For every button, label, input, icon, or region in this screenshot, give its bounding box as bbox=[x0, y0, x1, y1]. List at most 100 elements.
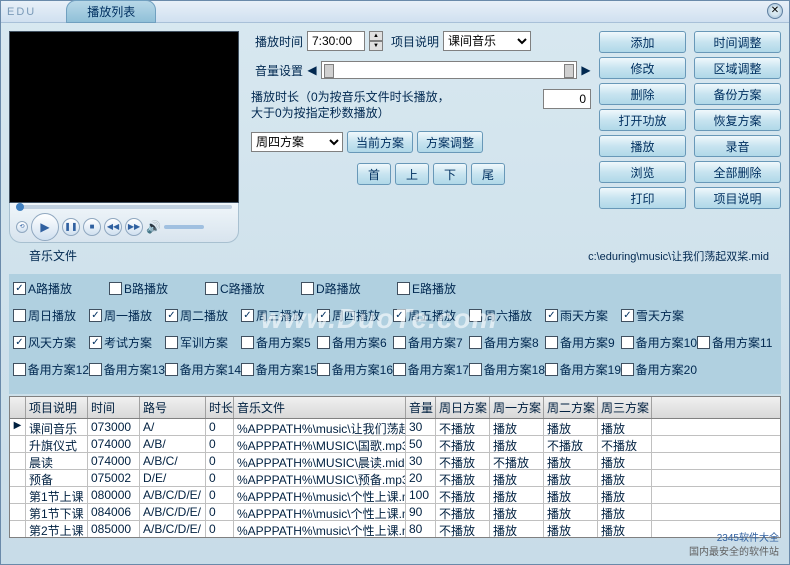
checkbox-box[interactable] bbox=[393, 363, 406, 376]
action-button-项目说明[interactable]: 项目说明 bbox=[694, 187, 781, 209]
checkbox-box[interactable] bbox=[241, 336, 254, 349]
column-header-周日方案[interactable]: 周日方案 bbox=[436, 397, 490, 418]
checkbox-box[interactable] bbox=[621, 336, 634, 349]
checkbox-box[interactable] bbox=[621, 309, 634, 322]
checkbox-box[interactable] bbox=[393, 309, 406, 322]
column-header-marker[interactable] bbox=[10, 397, 26, 418]
prev-track-icon[interactable]: ◀◀ bbox=[104, 218, 122, 236]
checkbox-备用方案8[interactable]: 备用方案8 bbox=[469, 334, 545, 351]
checkbox-备用方案16[interactable]: 备用方案16 bbox=[317, 361, 393, 378]
column-header-音乐文件[interactable]: 音乐文件 bbox=[234, 397, 406, 418]
scheme-adjust-button[interactable]: 方案调整 bbox=[417, 131, 483, 153]
checkbox-备用方案7[interactable]: 备用方案7 bbox=[393, 334, 469, 351]
checkbox-备用方案15[interactable]: 备用方案15 bbox=[241, 361, 317, 378]
checkbox-box[interactable] bbox=[165, 363, 178, 376]
checkbox-box[interactable] bbox=[317, 309, 330, 322]
checkbox-备用方案17[interactable]: 备用方案17 bbox=[393, 361, 469, 378]
column-header-时长[interactable]: 时长 bbox=[206, 397, 234, 418]
checkbox-周六播放[interactable]: 周六播放 bbox=[469, 307, 545, 324]
progress-slider[interactable] bbox=[16, 205, 232, 209]
column-header-音量[interactable]: 音量 bbox=[406, 397, 436, 418]
table-row[interactable]: 第2节上课085000A/B/C/D/E/0%APPPATH%\music\个性… bbox=[10, 521, 780, 537]
nav-first-button[interactable]: 首 bbox=[357, 163, 391, 185]
checkbox-周四播放[interactable]: 周四播放 bbox=[317, 307, 393, 324]
checkbox-box[interactable] bbox=[89, 309, 102, 322]
table-row[interactable]: ▶课间音乐073000A/0%APPPATH%\music\让我们荡起XX30不… bbox=[10, 419, 780, 436]
table-row[interactable]: 第1节上课080000A/B/C/D/E/0%APPPATH%\music\个性… bbox=[10, 487, 780, 504]
checkbox-周一播放[interactable]: 周一播放 bbox=[89, 307, 165, 324]
checkbox-box[interactable] bbox=[393, 336, 406, 349]
checkbox-box[interactable] bbox=[13, 363, 26, 376]
checkbox-box[interactable] bbox=[545, 363, 558, 376]
checkbox-备用方案14[interactable]: 备用方案14 bbox=[165, 361, 241, 378]
checkbox-雨天方案[interactable]: 雨天方案 bbox=[545, 307, 621, 324]
current-scheme-button[interactable]: 当前方案 bbox=[347, 131, 413, 153]
action-button-时间调整[interactable]: 时间调整 bbox=[694, 31, 781, 53]
checkbox-box[interactable] bbox=[545, 336, 558, 349]
column-header-时间[interactable]: 时间 bbox=[88, 397, 140, 418]
checkbox-box[interactable] bbox=[317, 363, 330, 376]
close-icon[interactable]: ✕ bbox=[767, 3, 783, 19]
action-button-录音[interactable]: 录音 bbox=[694, 135, 781, 157]
item-desc-select[interactable]: 课间音乐 bbox=[443, 31, 531, 51]
checkbox-D路播放[interactable]: D路播放 bbox=[301, 280, 397, 297]
checkbox-备用方案20[interactable]: 备用方案20 bbox=[621, 361, 697, 378]
checkbox-C路播放[interactable]: C路播放 bbox=[205, 280, 301, 297]
checkbox-box[interactable] bbox=[397, 282, 410, 295]
pause-icon[interactable]: ❚❚ bbox=[62, 218, 80, 236]
checkbox-备用方案11[interactable]: 备用方案11 bbox=[697, 334, 773, 351]
checkbox-box[interactable] bbox=[13, 282, 26, 295]
checkbox-备用方案18[interactable]: 备用方案18 bbox=[469, 361, 545, 378]
checkbox-周日播放[interactable]: 周日播放 bbox=[13, 307, 89, 324]
checkbox-box[interactable] bbox=[89, 363, 102, 376]
checkbox-E路播放[interactable]: E路播放 bbox=[397, 280, 493, 297]
table-body[interactable]: ▶课间音乐073000A/0%APPPATH%\music\让我们荡起XX30不… bbox=[10, 419, 780, 537]
checkbox-box[interactable] bbox=[13, 309, 26, 322]
checkbox-备用方案9[interactable]: 备用方案9 bbox=[545, 334, 621, 351]
checkbox-军训方案[interactable]: 军训方案 bbox=[165, 334, 241, 351]
nav-prev-button[interactable]: 上 bbox=[395, 163, 429, 185]
checkbox-备用方案13[interactable]: 备用方案13 bbox=[89, 361, 165, 378]
checkbox-备用方案5[interactable]: 备用方案5 bbox=[241, 334, 317, 351]
rewind-icon[interactable]: ⟲ bbox=[16, 221, 28, 233]
nav-last-button[interactable]: 尾 bbox=[471, 163, 505, 185]
table-row[interactable]: 升旗仪式074000A/B/0%APPPATH%\MUSIC\国歌.mp350不… bbox=[10, 436, 780, 453]
action-button-全部删除[interactable]: 全部删除 bbox=[694, 161, 781, 183]
checkbox-考试方案[interactable]: 考试方案 bbox=[89, 334, 165, 351]
checkbox-box[interactable] bbox=[621, 363, 634, 376]
column-header-项目说明[interactable]: 项目说明 bbox=[26, 397, 88, 418]
checkbox-备用方案12[interactable]: 备用方案12 bbox=[13, 361, 89, 378]
table-row[interactable]: 预备075002D/E/0%APPPATH%\MUSIC\预备.mp320不播放… bbox=[10, 470, 780, 487]
video-display[interactable] bbox=[9, 31, 239, 203]
play-time-input[interactable] bbox=[307, 31, 365, 51]
checkbox-box[interactable] bbox=[205, 282, 218, 295]
column-header-周二方案[interactable]: 周二方案 bbox=[544, 397, 598, 418]
checkbox-box[interactable] bbox=[89, 336, 102, 349]
checkbox-box[interactable] bbox=[469, 336, 482, 349]
checkbox-box[interactable] bbox=[165, 336, 178, 349]
checkbox-风天方案[interactable]: 风天方案 bbox=[13, 334, 89, 351]
checkbox-周二播放[interactable]: 周二播放 bbox=[165, 307, 241, 324]
table-row[interactable]: 晨读074000A/B/C/0%APPPATH%\MUSIC\晨读.mid30不… bbox=[10, 453, 780, 470]
vol-left-icon[interactable]: ◀ bbox=[307, 63, 317, 77]
checkbox-box[interactable] bbox=[13, 336, 26, 349]
checkbox-box[interactable] bbox=[165, 309, 178, 322]
volume-icon[interactable]: 🔊 bbox=[146, 220, 161, 234]
checkbox-box[interactable] bbox=[301, 282, 314, 295]
next-track-icon[interactable]: ▶▶ bbox=[125, 218, 143, 236]
action-button-打印[interactable]: 打印 bbox=[599, 187, 686, 209]
nav-next-button[interactable]: 下 bbox=[433, 163, 467, 185]
checkbox-box[interactable] bbox=[317, 336, 330, 349]
checkbox-box[interactable] bbox=[241, 363, 254, 376]
checkbox-B路播放[interactable]: B路播放 bbox=[109, 280, 205, 297]
action-button-修改[interactable]: 修改 bbox=[599, 57, 686, 79]
play-icon[interactable]: ▶ bbox=[31, 213, 59, 241]
checkbox-备用方案10[interactable]: 备用方案10 bbox=[621, 334, 697, 351]
volume-slider[interactable] bbox=[164, 225, 204, 229]
checkbox-周三播放[interactable]: 周三播放 bbox=[241, 307, 317, 324]
action-button-备份方案[interactable]: 备份方案 bbox=[694, 83, 781, 105]
checkbox-box[interactable] bbox=[545, 309, 558, 322]
table-row[interactable]: 第1节下课084006A/B/C/D/E/0%APPPATH%\music\个性… bbox=[10, 504, 780, 521]
checkbox-box[interactable] bbox=[697, 336, 710, 349]
checkbox-雪天方案[interactable]: 雪天方案 bbox=[621, 307, 697, 324]
